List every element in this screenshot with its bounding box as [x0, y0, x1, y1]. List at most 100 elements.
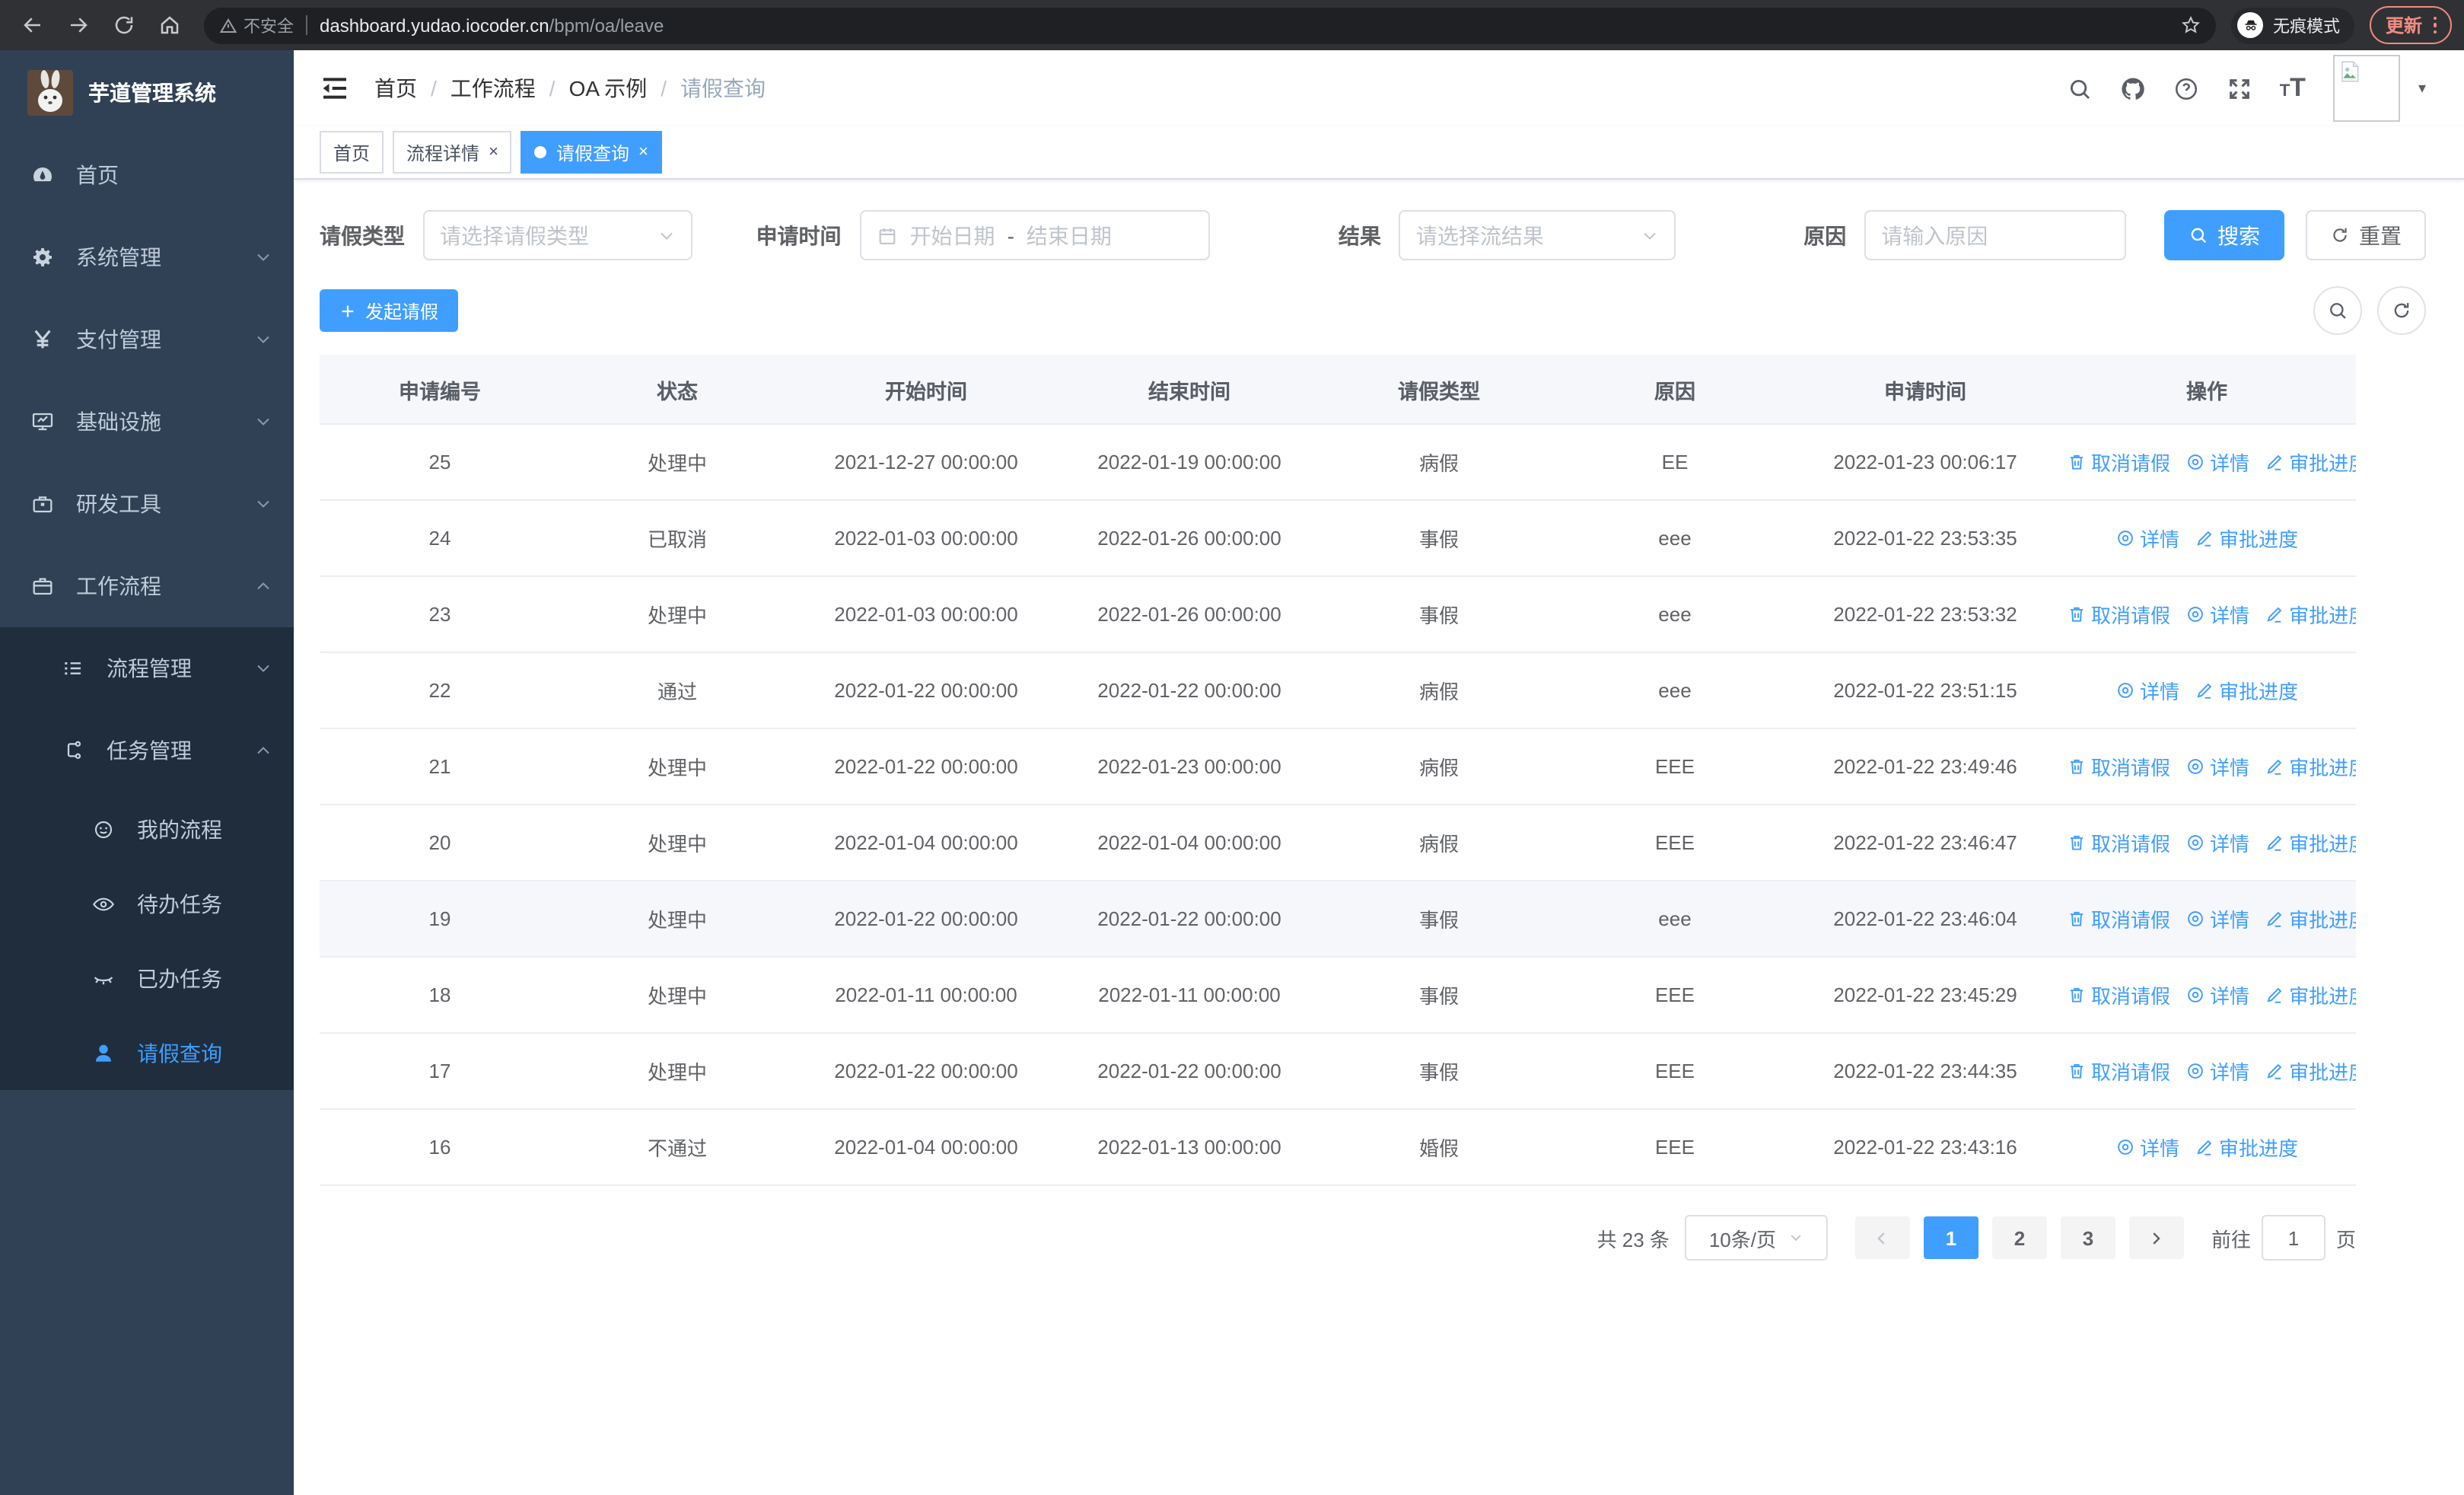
cancel-leave-link[interactable]: 取消请假 [2067, 828, 2170, 857]
cancel-leave-link[interactable]: 取消请假 [2067, 752, 2170, 781]
sidebar-item-dev-tools[interactable]: 研发工具 [0, 463, 294, 545]
incognito-badge: 无痕模式 [2231, 7, 2355, 43]
sidebar-toggle-icon[interactable] [320, 73, 350, 104]
cell-end-time: 2022-01-26 00:00:00 [1097, 603, 1281, 626]
not-secure-warning[interactable]: 不安全 [219, 13, 294, 37]
search-button[interactable]: 搜索 [2163, 210, 2284, 260]
show-search-button[interactable] [2313, 286, 2362, 335]
cancel-leave-link[interactable]: 取消请假 [2067, 904, 2170, 933]
approval-progress-link[interactable]: 审批进度 [2195, 676, 2298, 705]
browser-back-button[interactable] [12, 5, 52, 45]
sidebar-item-leave-query[interactable]: 请假查询 [0, 1015, 294, 1090]
detail-link[interactable]: 详情 [2185, 980, 2249, 1009]
sidebar-item-payment[interactable]: 支付管理 [0, 298, 294, 381]
approval-progress-link[interactable]: 审批进度 [2195, 1133, 2298, 1162]
create-leave-button[interactable]: 发起请假 [320, 289, 459, 332]
sidebar-item-task-management[interactable]: 任务管理 [0, 709, 294, 792]
url-text[interactable]: dashboard.yudao.iocoder.cn/bpm/oa/leave [320, 14, 2182, 36]
approval-progress-link[interactable]: 审批进度 [2265, 904, 2356, 933]
cancel-leave-link[interactable]: 取消请假 [2067, 448, 2170, 477]
incognito-icon [2237, 12, 2264, 38]
detail-link[interactable]: 详情 [2185, 828, 2249, 857]
approval-progress-link[interactable]: 审批进度 [2265, 448, 2356, 477]
result-select[interactable]: 请选择流结果 [1399, 210, 1676, 260]
breadcrumb-workflow[interactable]: 工作流程 [450, 73, 536, 104]
approval-progress-link[interactable]: 审批进度 [2265, 828, 2356, 857]
cell-reason: EEE [1654, 1136, 1695, 1159]
approval-progress-link[interactable]: 审批进度 [2265, 752, 2356, 781]
sidebar-item-workflow[interactable]: 工作流程 [0, 545, 294, 627]
table-row: 25 处理中 2021-12-27 00:00:00 2022-01-19 00… [320, 424, 2356, 501]
tab-process-detail[interactable]: 流程详情 × [393, 131, 512, 174]
page-size-select[interactable]: 10条/页 [1684, 1215, 1828, 1261]
sidebar-item-done-tasks[interactable]: 已办任务 [0, 941, 294, 1015]
tab-leave-query[interactable]: 请假查询 × [520, 131, 662, 174]
tab-home[interactable]: 首页 [320, 131, 384, 174]
detail-link[interactable]: 详情 [2185, 752, 2249, 781]
sidebar-item-system[interactable]: 系统管理 [0, 216, 294, 298]
cell-end-time: 2022-01-26 00:00:00 [1097, 527, 1281, 550]
browser-update-button[interactable]: 更新 [2370, 6, 2452, 44]
fullscreen-icon[interactable] [2227, 75, 2252, 101]
leave-type-select[interactable]: 请选择请假类型 [423, 210, 692, 260]
approval-progress-link[interactable]: 审批进度 [2265, 600, 2356, 629]
cancel-leave-link[interactable]: 取消请假 [2067, 1057, 2170, 1085]
cancel-leave-link[interactable]: 取消请假 [2067, 980, 2170, 1009]
trash-icon [2070, 759, 2084, 774]
browser-menu-icon[interactable] [2433, 16, 2437, 34]
breadcrumb-oa-example[interactable]: OA 示例 [569, 73, 648, 104]
not-secure-label: 不安全 [244, 18, 294, 36]
detail-link[interactable]: 详情 [2115, 676, 2179, 705]
search-icon[interactable] [2067, 75, 2093, 101]
next-page-button[interactable] [2128, 1216, 2184, 1259]
sidebar-logo[interactable]: 芋道管理系统 [0, 50, 294, 134]
avatar[interactable] [2332, 55, 2400, 122]
close-icon[interactable]: × [489, 143, 498, 161]
help-icon[interactable] [2173, 75, 2199, 101]
github-icon[interactable] [2120, 75, 2146, 101]
sidebar-item-label: 系统管理 [76, 245, 161, 269]
bookmark-star-icon[interactable] [2182, 15, 2201, 35]
detail-link[interactable]: 详情 [2185, 600, 2249, 629]
page-button-1[interactable]: 1 [1923, 1216, 1979, 1259]
approval-progress-link[interactable]: 审批进度 [2265, 980, 2356, 1009]
url-bar[interactable]: 不安全 dashboard.yudao.iocoder.cn/bpm/oa/le… [204, 7, 2217, 43]
prev-page-button[interactable] [1854, 1216, 1910, 1259]
goto-page-input[interactable]: 1 [2261, 1215, 2326, 1261]
chevron-down-icon [257, 418, 269, 426]
detail-link[interactable]: 详情 [2185, 904, 2249, 933]
browser-reload-button[interactable] [103, 5, 143, 45]
sidebar-item-home[interactable]: 首页 [0, 134, 294, 216]
page-button-2[interactable]: 2 [1991, 1216, 2047, 1259]
detail-link[interactable]: 详情 [2185, 1057, 2249, 1085]
reason-input[interactable]: 请输入原因 [1864, 210, 2126, 260]
breadcrumb-home[interactable]: 首页 [374, 73, 417, 104]
screen: 不安全 dashboard.yudao.iocoder.cn/bpm/oa/le… [0, 0, 2464, 1495]
page-button-3[interactable]: 3 [2060, 1216, 2115, 1259]
chevron-down-icon [1644, 231, 1656, 239]
detail-link[interactable]: 详情 [2185, 448, 2249, 477]
table-toolbar: 发起请假 [320, 286, 2426, 335]
view-icon [2188, 1063, 2203, 1079]
sidebar-item-label: 支付管理 [76, 327, 161, 352]
sidebar-item-my-process[interactable]: 我的流程 [0, 792, 294, 866]
chevron-down-icon[interactable]: ▾ [2418, 80, 2426, 97]
sidebar-item-process-management[interactable]: 流程管理 [0, 627, 294, 709]
detail-link[interactable]: 详情 [2115, 1133, 2179, 1162]
sidebar-item-infrastructure[interactable]: 基础设施 [0, 381, 294, 463]
font-size-icon[interactable]: TT [2280, 73, 2306, 104]
chevron-down-icon [257, 336, 269, 343]
breadcrumb-separator: / [431, 76, 437, 100]
refresh-table-button[interactable] [2377, 286, 2426, 335]
approval-progress-link[interactable]: 审批进度 [2195, 524, 2298, 553]
reset-button[interactable]: 重置 [2305, 210, 2426, 260]
browser-home-button[interactable] [149, 5, 189, 45]
apply-time-range-picker[interactable]: 开始日期 - 结束日期 [859, 210, 1211, 260]
cell-status: 已取消 [647, 528, 707, 551]
close-icon[interactable]: × [638, 143, 648, 161]
sidebar-item-todo-tasks[interactable]: 待办任务 [0, 866, 294, 941]
detail-link[interactable]: 详情 [2115, 524, 2179, 553]
browser-forward-button[interactable] [58, 5, 97, 45]
cancel-leave-link[interactable]: 取消请假 [2067, 600, 2170, 629]
approval-progress-link[interactable]: 审批进度 [2265, 1057, 2356, 1085]
